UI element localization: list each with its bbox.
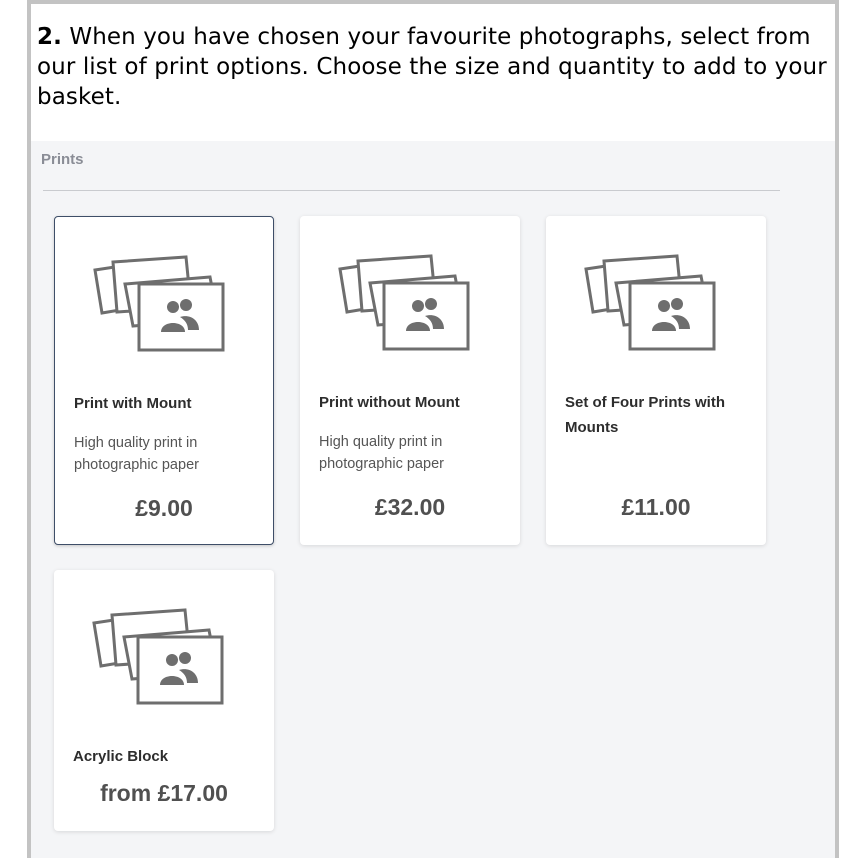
section-divider xyxy=(43,190,780,191)
photo-prints-icon xyxy=(338,254,470,351)
product-card-acrylic-block[interactable]: Acrylic Block from £17.00 xyxy=(54,570,274,831)
card-title: Acrylic Block xyxy=(73,748,169,765)
card-title: Set of Four Prints with Mounts xyxy=(565,394,725,436)
card-title: Print with Mount xyxy=(74,395,192,412)
product-card-set-of-four-prints[interactable]: Set of Four Prints with Mounts £11.00 xyxy=(546,216,766,545)
instruction-text: 2. When you have chosen your favourite p… xyxy=(31,4,835,141)
photo-prints-icon xyxy=(92,608,224,705)
card-description: High quality print in photographic paper xyxy=(319,434,444,472)
card-price: from £17.00 xyxy=(100,780,228,806)
card-price: £9.00 xyxy=(135,495,193,521)
section-label: Prints xyxy=(41,151,84,168)
card-description: High quality print in photographic paper xyxy=(74,435,199,473)
product-card-print-with-mount[interactable]: Print with Mount High quality print in p… xyxy=(54,216,274,545)
card-title: Print without Mount xyxy=(319,394,460,411)
content-frame: 2. When you have chosen your favourite p… xyxy=(27,0,839,858)
step-text: When you have chosen your favourite phot… xyxy=(37,24,827,110)
product-card-print-without-mount[interactable]: Print without Mount High quality print i… xyxy=(300,216,520,545)
photo-prints-icon xyxy=(93,255,225,352)
step-number: 2. xyxy=(37,24,62,50)
photo-prints-icon xyxy=(584,254,716,351)
card-price: £32.00 xyxy=(374,494,446,520)
card-price: £11.00 xyxy=(621,494,691,520)
